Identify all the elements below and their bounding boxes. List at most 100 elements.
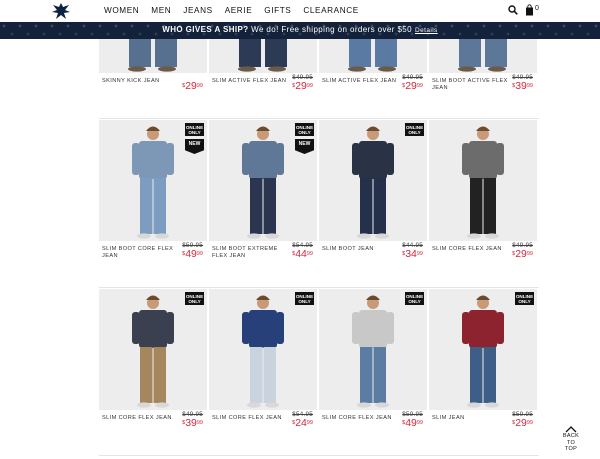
product-card[interactable]: SLIM CORE FLEX JEAN $49.95 $2999 [429, 120, 537, 265]
nav-clearance[interactable]: CLEARANCE [303, 6, 358, 15]
sale-price-cents: 99 [306, 420, 313, 426]
sale-price-cents: 99 [526, 251, 533, 257]
promo-message: WHO GIVES A SHIP? We do! Free shipping o… [0, 25, 600, 34]
badge-stack: ONLINE ONLY [515, 292, 534, 305]
sale-price: $2999 [273, 81, 313, 92]
search-icon[interactable] [508, 5, 518, 15]
online-only-badge: ONLINE ONLY [295, 292, 314, 305]
product-photo[interactable] [429, 120, 537, 241]
sale-price-cents: 99 [416, 251, 423, 257]
sale-price: $4999 [383, 418, 423, 429]
product-card[interactable]: SLIM ACTIVE FLEX JEAN $49.95 $2999 [209, 39, 317, 97]
product-card[interactable]: ONLINE ONLY NEW SLIM BOOT EXTREME FLEX JEA… [209, 120, 317, 265]
online-only-badge: ONLINE ONLY [185, 292, 204, 305]
product-photo[interactable] [209, 39, 317, 73]
sale-price-dollars: 49 [185, 248, 197, 260]
product-photo-illustration [209, 289, 317, 410]
promo-banner: WHO GIVES A SHIP? We do! Free shipping o… [0, 22, 600, 39]
promo-lead: WHO GIVES A SHIP? [162, 25, 249, 34]
nav-jeans[interactable]: JEANS [183, 6, 212, 15]
original-price: $49.95 [292, 74, 313, 81]
product-photo-illustration [99, 289, 207, 410]
product-photo-illustration [319, 39, 427, 73]
badge-stack: ONLINE ONLY [405, 123, 424, 136]
sale-price-dollars: 29 [295, 80, 307, 92]
original-price: $49.95 [512, 242, 533, 249]
sale-price: $2999 [383, 81, 423, 92]
sale-price-dollars: 29 [185, 80, 197, 92]
nav-men[interactable]: MEN [151, 6, 171, 15]
badge-stack: ONLINE ONLY [405, 292, 424, 305]
product-price: $49.95 $3999 [493, 74, 533, 92]
new-badge: NEW [295, 139, 314, 154]
online-only-badge: ONLINE ONLY [295, 123, 314, 136]
product-price: $59.95 $2999 [493, 411, 533, 429]
product-photo[interactable] [99, 289, 207, 410]
sale-price: $2999 [163, 81, 203, 92]
product-card[interactable]: ONLINE ONLY NEW SLIM BOOT CORE FLEX JEAN $5… [99, 120, 207, 265]
product-card[interactable]: ONLINE ONLY SLIM JEAN $59.95 $2999 [429, 289, 537, 434]
sale-price-cents: 99 [526, 420, 533, 426]
original-price: $44.95 [402, 242, 423, 249]
sale-price-dollars: 29 [515, 417, 527, 429]
sale-price-dollars: 49 [405, 417, 417, 429]
sale-price-dollars: 39 [185, 417, 197, 429]
sale-price-cents: 99 [196, 251, 203, 257]
badge-stack: ONLINE ONLY NEW [295, 123, 314, 154]
product-card[interactable]: SLIM BOOT ACTIVE FLEX JEAN $49.95 $3999 [429, 39, 537, 97]
sale-price-cents: 99 [416, 83, 423, 89]
original-price: $54.95 [292, 411, 313, 418]
product-photo[interactable] [319, 289, 427, 410]
original-price: $49.95 [402, 74, 423, 81]
product-card[interactable]: SKINNY KICK JEAN$$2999 [99, 39, 207, 97]
online-only-badge: ONLINE ONLY [405, 123, 424, 136]
sale-price-dollars: 29 [515, 248, 527, 260]
online-only-badge: ONLINE ONLY [185, 123, 204, 136]
online-only-badge: ONLINE ONLY [405, 292, 424, 305]
original-price: $59.95 [182, 242, 203, 249]
sale-price: $3999 [163, 418, 203, 429]
original-price: $49.95 [182, 411, 203, 418]
product-price: $49.95 $2999 [273, 74, 313, 92]
product-card[interactable]: ONLINE ONLY SLIM BOOT JEAN $44.95 $3499 [319, 120, 427, 265]
nav-women[interactable]: WOMEN [104, 6, 139, 15]
sale-price-cents: 99 [306, 251, 313, 257]
product-photo[interactable] [209, 289, 317, 410]
sale-price-dollars: 44 [295, 248, 307, 260]
sale-price-dollars: 39 [515, 80, 527, 92]
sale-price-cents: 99 [526, 83, 533, 89]
product-card[interactable]: ONLINE ONLY SLIM CORE FLEX JEAN $59.95 $499… [319, 289, 427, 434]
row-divider [99, 118, 539, 119]
product-photo-illustration [319, 289, 427, 410]
promo-details-link[interactable]: Details [415, 27, 438, 34]
product-photo[interactable] [99, 39, 207, 73]
product-card[interactable]: SLIM ACTIVE FLEX JEAN $49.95 $2999 [319, 39, 427, 97]
product-price: $49.95 $2999 [493, 242, 533, 260]
product-photo[interactable] [319, 120, 427, 241]
sale-price-cents: 99 [196, 420, 203, 426]
product-price: $59.95 $4999 [383, 411, 423, 429]
product-photo-illustration [429, 289, 537, 410]
original-price: $59.95 [512, 411, 533, 418]
nav-aerie[interactable]: AERIE [225, 6, 253, 15]
product-card[interactable]: ONLINE ONLY SLIM CORE FLEX JEAN $49.95 $399… [99, 289, 207, 434]
product-price: $54.95 $4499 [273, 242, 313, 260]
nav-gifts[interactable]: GIFTS [264, 6, 291, 15]
sale-price-cents: 99 [306, 83, 313, 89]
product-photo[interactable] [429, 289, 537, 410]
row-divider [99, 287, 539, 288]
back-to-top-button[interactable]: BACK TO TOP [559, 425, 583, 453]
product-price: $$2999 [163, 74, 203, 92]
product-photo[interactable] [319, 39, 427, 73]
row-divider [99, 455, 539, 456]
product-photo-illustration [429, 120, 537, 241]
shopping-bag-icon[interactable] [525, 4, 543, 16]
product-card[interactable]: ONLINE ONLY SLIM CORE FLEX JEAN $54.95 $249… [209, 289, 317, 434]
eagle-logo-icon[interactable] [51, 2, 71, 20]
top-nav: WOMEN MEN JEANS AERIE GIFTS CLEARANCE 0 [0, 0, 600, 22]
product-photo[interactable] [429, 39, 537, 73]
bag-count: 0 [535, 5, 539, 12]
original-price: $59.95 [402, 411, 423, 418]
sale-price-dollars: 24 [295, 417, 307, 429]
sale-price: $2499 [273, 418, 313, 429]
